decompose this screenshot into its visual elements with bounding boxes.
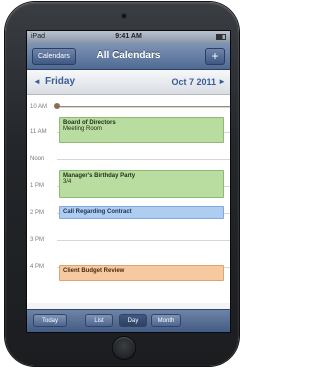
event-board-of-directors[interactable]: Board of Directors Meeting Room xyxy=(59,117,224,143)
tab-day[interactable]: Day xyxy=(119,314,147,327)
event-budget-review[interactable]: Client Budget Review xyxy=(59,265,224,281)
camera-icon xyxy=(121,13,127,19)
next-day-icon[interactable]: ► xyxy=(218,70,226,94)
day-header: ◄ Friday Oct 7 2011 ► xyxy=(27,70,230,95)
tab-month[interactable]: Month xyxy=(151,314,181,327)
event-title: Call Regarding Contract xyxy=(63,209,132,215)
tab-list[interactable]: List xyxy=(85,314,113,327)
event-title: Client Budget Review xyxy=(63,268,125,274)
day-timeline[interactable]: 10 AM 11 AM Noon 1 PM 2 PM 3 PM 4 PM Boa… xyxy=(27,95,230,303)
hour-label: 11 AM xyxy=(30,129,47,135)
add-event-button[interactable]: + xyxy=(205,48,225,65)
battery-icon xyxy=(216,34,226,40)
event-subtitle: Meeting Room xyxy=(63,126,103,132)
hour-gridline xyxy=(57,107,230,108)
clock: 9:41 AM xyxy=(115,33,142,40)
hour-gridline xyxy=(57,159,230,160)
home-button[interactable] xyxy=(112,336,136,360)
hour-label: 3 PM xyxy=(30,237,45,243)
navigation-bar: Calendars All Calendars + xyxy=(27,43,230,70)
current-time-indicator xyxy=(54,103,60,109)
hour-label: 10 AM xyxy=(30,104,48,110)
hour-label: 1 PM xyxy=(30,183,45,189)
tab-today[interactable]: Today xyxy=(33,314,67,327)
hour-label: 2 PM xyxy=(30,210,45,216)
status-bar: iPad 9:41 AM xyxy=(27,31,230,43)
hour-label: Noon xyxy=(30,156,45,162)
day-name: Friday xyxy=(45,76,76,87)
bottom-toolbar: Today List Day Month xyxy=(27,309,230,332)
event-birthday-party[interactable]: Manager's Birthday Party 3/4 xyxy=(59,170,224,198)
previous-day-icon[interactable]: ◄ xyxy=(33,70,41,94)
hour-label: 4 PM xyxy=(30,264,45,270)
page-title: All Calendars xyxy=(96,50,161,61)
event-call-contract[interactable]: Call Regarding Contract xyxy=(59,206,224,219)
event-subtitle: 3/4 xyxy=(63,179,72,185)
tablet-device: iPad 9:41 AM Calendars All Calendars + ◄… xyxy=(5,2,239,366)
screen: iPad 9:41 AM Calendars All Calendars + ◄… xyxy=(26,30,231,333)
date-label: Oct 7 2011 xyxy=(171,77,216,87)
current-time-line xyxy=(57,106,230,107)
hour-gridline xyxy=(57,240,230,241)
